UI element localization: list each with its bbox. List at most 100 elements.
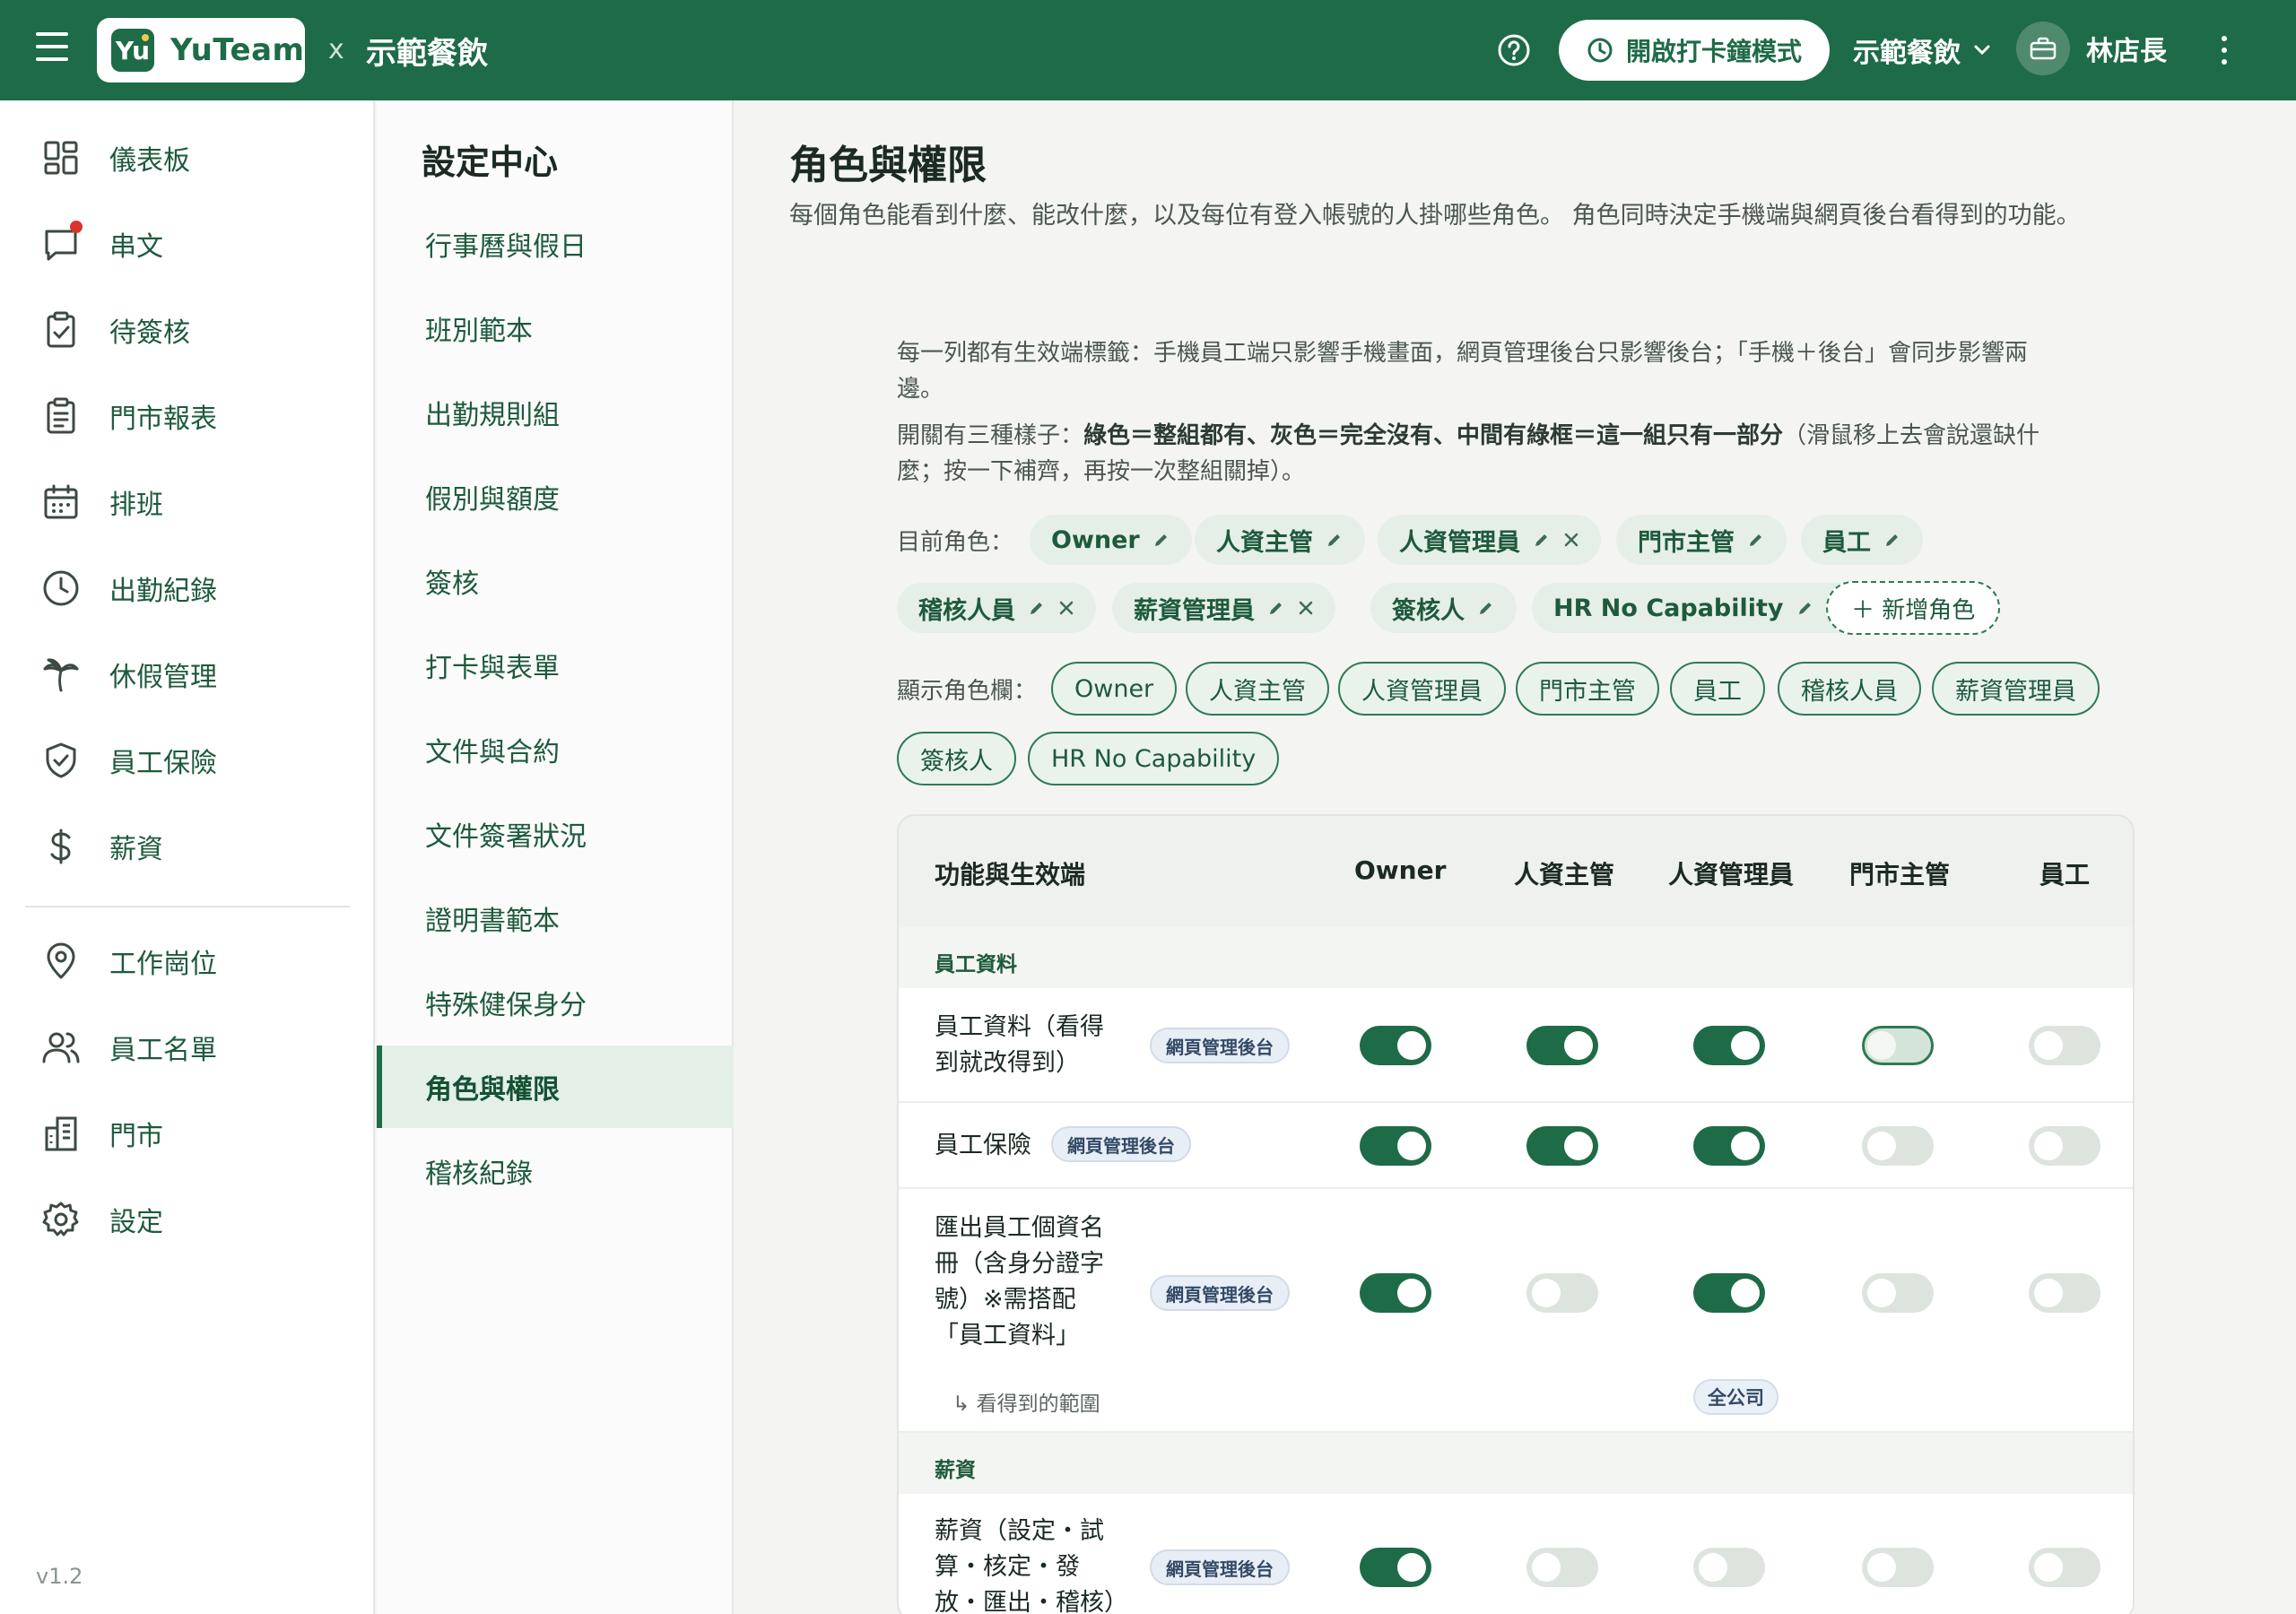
sidebar-item-leave[interactable]: 休假管理 [0, 638, 375, 710]
role-chip[interactable]: 員工 [1801, 515, 1923, 565]
sidebar-item-label: 工作崗位 [109, 949, 217, 980]
pencil-icon[interactable] [1028, 599, 1046, 617]
role-name: 門市主管 [1638, 528, 1735, 557]
close-icon[interactable] [1058, 600, 1074, 616]
pencil-icon[interactable] [1533, 531, 1551, 549]
role-name: Owner [1051, 525, 1140, 554]
settings-item-health-insurance[interactable]: 特殊健保身分 [377, 961, 734, 1044]
column-toggle-chip[interactable]: Owner [1051, 662, 1178, 716]
sidebar-item-schedule[interactable]: 排班 [0, 466, 375, 538]
column-toggle-chip[interactable]: 人資主管 [1186, 662, 1329, 716]
permission-toggle[interactable] [2029, 1026, 2100, 1065]
permission-toggle[interactable] [1693, 1026, 1765, 1065]
more-vertical-icon[interactable] [2215, 32, 2233, 68]
role-chip[interactable]: 人資主管 [1195, 515, 1365, 565]
sidebar-item-label: 門市報表 [109, 404, 217, 435]
permission-name: 薪資（設定・試 算・核定・發 放・匯出・稽核） [935, 1517, 1128, 1614]
help-suffix: （滑鼠移上去會說還缺什 [1783, 422, 2040, 449]
permission-toggle[interactable] [1693, 1126, 1765, 1166]
permission-toggle[interactable] [1526, 1126, 1598, 1166]
user-menu[interactable]: 林店長 [2016, 22, 2167, 75]
permission-toggle[interactable] [1360, 1273, 1431, 1313]
column-toggle-chip[interactable]: 人資管理員 [1338, 662, 1506, 716]
permission-toggle[interactable] [2029, 1548, 2100, 1587]
sidebar-item-store-reports[interactable]: 門市報表 [0, 380, 375, 452]
column-toggle-chip[interactable]: 員工 [1670, 662, 1765, 716]
permission-toggle[interactable] [1862, 1026, 1934, 1065]
sidebar-item-label: 薪資 [109, 834, 163, 865]
clock-mode-button[interactable]: 開啟打卡鐘模式 [1559, 20, 1830, 81]
sidebar-item-attendance[interactable]: 出勤紀錄 [0, 552, 375, 624]
permission-toggle[interactable] [1526, 1273, 1598, 1313]
role-chip[interactable]: 門市主管 [1616, 515, 1787, 565]
settings-item-attendance-rules[interactable]: 出勤規則組 [377, 371, 734, 454]
pencil-icon[interactable] [1326, 531, 1344, 549]
column-header: 功能與生效端 [935, 860, 1086, 889]
settings-item-audit-log[interactable]: 稽核紀錄 [377, 1130, 734, 1212]
settings-item-approval[interactable]: 簽核 [377, 540, 734, 622]
permission-toggle[interactable] [1862, 1126, 1934, 1166]
app-logo[interactable]: Yu YuTeam [97, 18, 305, 82]
permission-toggle[interactable] [1526, 1548, 1598, 1587]
permission-toggle[interactable] [1693, 1548, 1765, 1587]
role-chip[interactable]: HR No Capability [1532, 583, 1865, 633]
user-name: 林店長 [2086, 36, 2167, 67]
close-icon[interactable] [1563, 532, 1579, 548]
sidebar-item-stores[interactable]: 門市 [0, 1098, 375, 1169]
permission-toggle[interactable] [1526, 1026, 1598, 1065]
store-select[interactable]: 示範餐飲 [1853, 30, 1991, 70]
column-toggle-chip[interactable]: HR No Capability [1028, 732, 1280, 785]
permission-toggle[interactable] [2029, 1273, 2100, 1313]
settings-item-certificates[interactable]: 證明書範本 [377, 877, 734, 959]
permission-toggle[interactable] [1693, 1273, 1765, 1313]
column-toggle-chip[interactable]: 簽核人 [897, 732, 1016, 785]
permission-toggle[interactable] [1360, 1026, 1431, 1065]
pencil-icon[interactable] [1152, 531, 1170, 549]
sidebar-item-insurance[interactable]: 員工保險 [0, 725, 375, 796]
sidebar-item-dashboard[interactable]: 儀表板 [0, 122, 375, 194]
sidebar-item-settings[interactable]: 設定 [0, 1184, 375, 1255]
column-toggle-chip[interactable]: 稽核人員 [1778, 662, 1921, 716]
role-name: HR No Capability [1553, 594, 1784, 622]
permission-toggle[interactable] [1862, 1273, 1934, 1313]
role-chip[interactable]: 人資管理員 [1378, 515, 1601, 565]
close-icon[interactable] [1298, 600, 1314, 616]
settings-item-calendar[interactable]: 行事曆與假日 [377, 203, 734, 285]
clock-icon [43, 570, 79, 606]
permission-toggle[interactable] [1360, 1126, 1431, 1166]
scope-value-select[interactable]: 全公司 [1693, 1379, 1779, 1415]
settings-item-signing-status[interactable]: 文件簽署狀況 [377, 793, 734, 875]
sidebar-item-positions[interactable]: 工作崗位 [0, 925, 375, 997]
add-role-button[interactable]: ＋ 新增角色 [1826, 581, 2001, 635]
pencil-icon[interactable] [1747, 531, 1765, 549]
settings-item-shift-templates[interactable]: 班別範本 [377, 287, 734, 369]
column-toggle-chip[interactable]: 薪資管理員 [1932, 662, 2100, 716]
settings-item-documents[interactable]: 文件與合約 [377, 708, 734, 791]
users-icon [42, 1032, 80, 1063]
permission-toggle[interactable] [1360, 1548, 1431, 1587]
role-chip[interactable]: 薪資管理員 [1112, 583, 1335, 633]
notification-badge [70, 221, 83, 233]
permission-toggle[interactable] [1862, 1548, 1934, 1587]
settings-item-punch-forms[interactable]: 打卡與表單 [377, 624, 734, 707]
column-toggle-chip[interactable]: 門市主管 [1516, 662, 1659, 716]
table-row: 薪資（設定・試 算・核定・發 放・匯出・稽核） 網頁管理後台 [899, 1494, 2133, 1614]
column-header: 門市主管 [1849, 860, 1951, 889]
menu-icon[interactable] [36, 32, 68, 68]
role-chip[interactable]: 簽核人 [1370, 583, 1517, 633]
permission-toggle[interactable] [2029, 1126, 2100, 1166]
clock-mode-label: 開啟打卡鐘模式 [1625, 37, 1802, 66]
sidebar-item-payroll[interactable]: 薪資 [0, 811, 375, 882]
settings-item-leave-types[interactable]: 假別與額度 [377, 456, 734, 538]
help-icon[interactable] [1496, 32, 1532, 68]
sidebar-item-employees[interactable]: 員工名單 [0, 1011, 375, 1083]
pencil-icon[interactable] [1267, 599, 1285, 617]
sidebar-item-posts[interactable]: 串文 [0, 208, 375, 280]
pencil-icon[interactable] [1883, 531, 1901, 549]
settings-item-roles[interactable]: 角色與權限 [377, 1046, 734, 1128]
sidebar-item-pending-approval[interactable]: 待簽核 [0, 294, 375, 366]
role-chip[interactable]: Owner [1030, 515, 1192, 565]
role-chip[interactable]: 稽核人員 [897, 583, 1096, 633]
pencil-icon[interactable] [1477, 599, 1495, 617]
pencil-icon[interactable] [1796, 599, 1814, 617]
